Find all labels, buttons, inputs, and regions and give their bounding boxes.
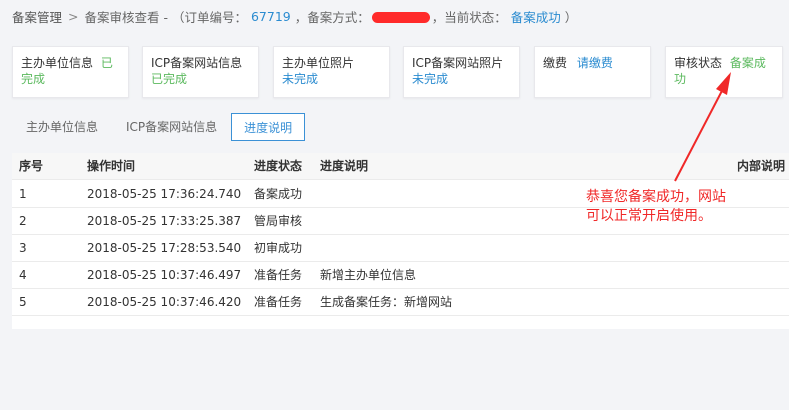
card-status: 未完成 — [282, 72, 319, 86]
card-icp-website-photo[interactable]: ICP备案网站照片 未完成 — [403, 46, 520, 98]
card-status: 未完成 — [412, 72, 449, 86]
breadcrumb-root-link[interactable]: 备案管理 — [12, 7, 62, 26]
redaction-mark — [371, 11, 430, 23]
row-time: 2018-05-25 17:28:53.540 — [87, 241, 242, 255]
filing-method-label: ，备案方式： — [294, 9, 370, 25]
row-index: 5 — [19, 295, 27, 309]
card-label: 审核状态 — [674, 56, 723, 70]
tab-bar: 主办单位信息 ICP备案网站信息 进度说明 — [12, 113, 306, 141]
pay-link[interactable]: 请缴费 — [577, 56, 613, 70]
breadcrumb: 备案管理 > 备案审核查看 - （订单编号： 67719 ，备案方式： ，当前状… — [12, 6, 577, 26]
row-status: 准备任务 — [254, 295, 303, 309]
row-index: 2 — [19, 214, 27, 228]
table-row: 3 2018-05-25 17:28:53.540 初审成功 — [12, 235, 789, 262]
row-time: 2018-05-25 17:33:25.387 — [87, 214, 242, 228]
card-label: 主办单位信息 — [21, 56, 94, 70]
header-index: 序号 — [19, 159, 44, 173]
row-description: 生成备案任务：新增网站 — [320, 295, 453, 309]
card-label: 主办单位照片 — [282, 56, 355, 70]
header-description: 进度说明 — [320, 159, 369, 173]
tab-icp-website-info[interactable]: ICP备案网站信息 — [112, 113, 231, 141]
breadcrumb-suffix: ） — [564, 9, 578, 25]
card-sponsor-photo[interactable]: 主办单位照片 未完成 — [273, 46, 390, 98]
card-icp-website-info[interactable]: ICP备案网站信息 已完成 — [142, 46, 259, 98]
row-status: 管局审核 — [254, 214, 303, 228]
row-index: 3 — [19, 241, 27, 255]
row-time: 2018-05-25 10:37:46.497 — [87, 268, 242, 282]
tab-sponsor-info[interactable]: 主办单位信息 — [12, 113, 112, 141]
card-review-status[interactable]: 审核状态 备案成功 — [665, 46, 783, 98]
row-index: 1 — [19, 187, 27, 201]
header-internal-note: 内部说明 — [737, 159, 786, 173]
row-time: 2018-05-25 17:36:24.740 — [87, 187, 242, 201]
card-label: ICP备案网站照片 — [412, 56, 504, 70]
annotation-line-2: 可以正常开启使用。 — [586, 208, 712, 224]
order-number: 67719 — [250, 8, 291, 24]
row-description: 新增主办单位信息 — [320, 268, 417, 282]
header-time: 操作时间 — [87, 159, 136, 173]
current-state-value: 备案成功 — [510, 9, 561, 25]
annotation-note: 恭喜您备案成功，网站 可以正常开启使用。 — [586, 188, 766, 226]
annotation-line-1: 恭喜您备案成功，网站 — [586, 189, 726, 205]
breadcrumb-current: 备案审核查看 - （订单编号： — [84, 9, 247, 25]
table-row: 5 2018-05-25 10:37:46.420 准备任务 生成备案任务：新增… — [12, 289, 789, 316]
row-status: 初审成功 — [254, 241, 303, 255]
row-status: 准备任务 — [254, 268, 303, 282]
progress-table: 序号 操作时间 进度状态 进度说明 内部说明 1 2018-05-25 17:3… — [12, 153, 789, 329]
card-status: 已完成 — [151, 72, 188, 86]
card-label: 缴费 — [543, 56, 568, 70]
row-status: 备案成功 — [254, 187, 303, 201]
card-sponsor-info[interactable]: 主办单位信息 已完成 — [12, 46, 129, 98]
header-status: 进度状态 — [254, 159, 303, 173]
table-row: 4 2018-05-25 10:37:46.497 准备任务 新增主办单位信息 — [12, 262, 789, 289]
row-index: 4 — [19, 268, 27, 282]
card-label: ICP备案网站信息 — [151, 56, 243, 70]
tab-progress[interactable]: 进度说明 — [231, 113, 306, 141]
current-state-label: ，当前状态： — [431, 9, 507, 25]
table-header: 序号 操作时间 进度状态 进度说明 内部说明 — [12, 153, 789, 180]
breadcrumb-separator: > — [68, 8, 79, 24]
card-payment[interactable]: 缴费 请缴费 — [534, 46, 651, 98]
row-time: 2018-05-25 10:37:46.420 — [87, 295, 242, 309]
